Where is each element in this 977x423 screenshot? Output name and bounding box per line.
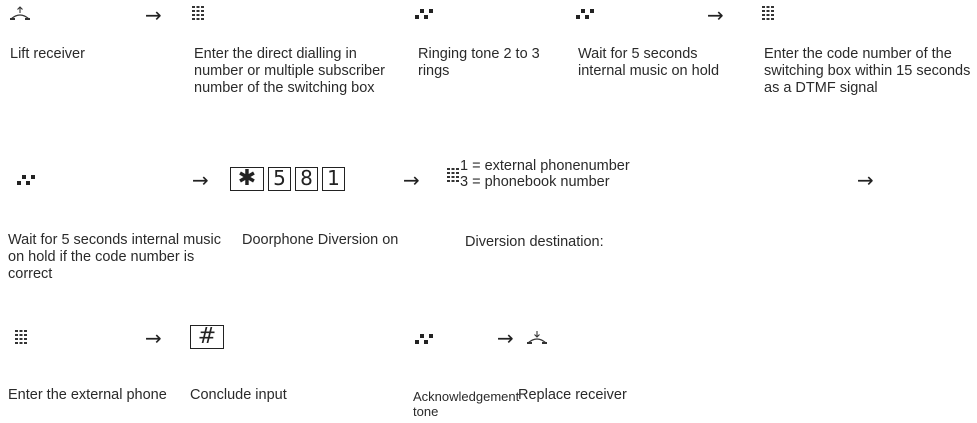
handset-replace-icon	[527, 331, 547, 344]
step-label: Wait for 5 seconds internal music on hol…	[578, 46, 720, 79]
keypad-icon	[15, 330, 27, 344]
step-label: Enter the direct dialling in number or m…	[194, 46, 385, 96]
option-phonebook: 3 = phonebook number	[460, 174, 610, 190]
keypad-icon	[762, 6, 774, 20]
step-label: Replace receiver	[518, 387, 627, 403]
step-label: Lift receiver	[10, 46, 85, 62]
step-label: Ringing tone 2 to 3 rings	[418, 46, 540, 79]
digit-key: 1	[322, 167, 345, 191]
arrow-icon: →	[192, 168, 209, 192]
ring-tone-icon	[415, 334, 433, 344]
ring-tone-icon	[576, 9, 594, 19]
ring-tone-icon	[415, 9, 433, 19]
arrow-icon: →	[403, 168, 420, 192]
keypad-icon	[192, 6, 204, 20]
step-label: Enter the code number of the switching b…	[764, 46, 971, 96]
step-label: Wait for 5 seconds internal music on hol…	[8, 232, 222, 282]
arrow-icon: →	[145, 3, 162, 27]
key-sequence: #	[190, 325, 228, 349]
hash-key: #	[190, 325, 224, 349]
step-label: Acknowledgement tone	[413, 389, 520, 419]
arrow-icon: →	[497, 326, 514, 350]
star-key: ✱	[230, 167, 264, 191]
digit-key: 5	[268, 167, 291, 191]
arrow-icon: →	[857, 168, 874, 192]
step-label: Enter the external phone	[8, 387, 167, 403]
arrow-icon: →	[707, 3, 724, 27]
handset-lift-icon	[10, 6, 30, 20]
option-external: 1 = external phonenumber	[460, 158, 630, 174]
keypad-icon	[447, 168, 459, 182]
step-label: Doorphone Diversion on	[242, 232, 399, 248]
arrow-icon: →	[145, 326, 162, 350]
step-label: Conclude input	[190, 387, 287, 403]
key-sequence: ✱ 5 8 1	[230, 167, 349, 191]
digit-key: 8	[295, 167, 318, 191]
ring-tone-icon	[17, 175, 35, 185]
step-label: Diversion destination:	[465, 234, 604, 250]
